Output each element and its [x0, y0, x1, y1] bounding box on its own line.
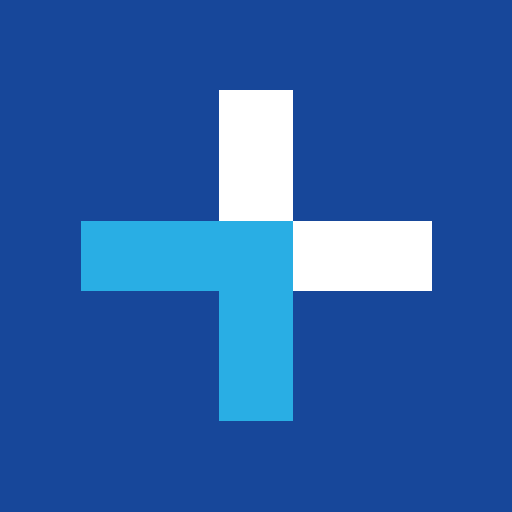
app-icon — [0, 0, 512, 512]
logo-top-arm — [219, 90, 293, 221]
logo-right-arm — [293, 221, 432, 291]
logo-bottom-arm — [219, 221, 293, 421]
